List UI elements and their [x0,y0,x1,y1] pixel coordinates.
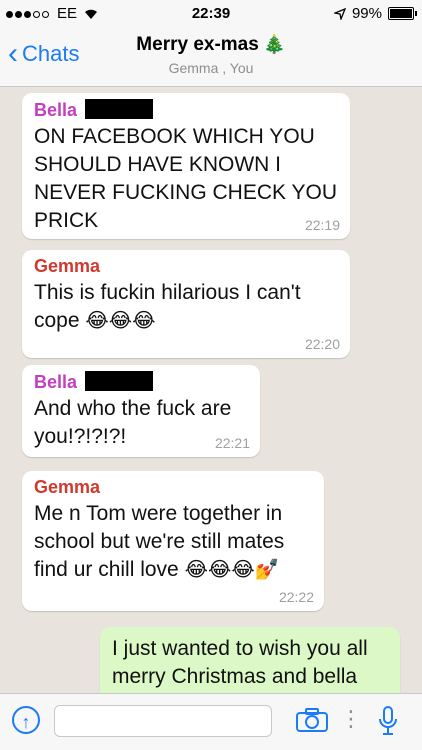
chat-title-block[interactable]: Merry ex-mas 🎄 Gemma , You [0,34,422,76]
battery-percent: 99% [351,5,382,22]
chat-title: Merry ex-mas [136,34,259,55]
emoji-tears-of-joy-nail-polish-icon: 😂😂😂💅 [184,559,280,581]
message-input[interactable] [54,705,272,737]
status-right: 99% [333,5,417,22]
message-bubble[interactable]: Gemma Me n Tom were together in school b… [22,471,324,611]
microphone-icon[interactable] [378,706,398,736]
camera-icon[interactable] [296,708,328,732]
attach-icon[interactable]: ↑ [12,706,40,734]
message-text: ON FACEBOOK WHICH YOU SHOULD HAVE KNOWN … [34,125,337,232]
message-composer: ↑ ⋮ [0,693,422,750]
message-list[interactable]: Bella ON FACEBOOK WHICH YOU SHOULD HAVE … [0,87,422,694]
sender-name: Bella [34,372,78,392]
message-time: 22:19 [304,217,340,233]
chat-header: ‹ Chats Merry ex-mas 🎄 Gemma , You [0,28,422,87]
location-arrow-icon [333,7,346,20]
emoji-tears-of-joy-icon: 😂😂😂 [85,310,156,332]
message-sender: Bella [34,371,248,393]
message-body: Me n Tom were together in school but we'… [34,500,312,584]
message-body: This is fuckin hilarious I can't cope 😂😂… [34,279,338,335]
christmas-tree-icon: 🎄 [263,34,286,54]
outgoing-message-bubble[interactable]: I just wanted to wish you all merry Chri… [100,627,400,694]
sender-name: Gemma [34,477,101,497]
message-bubble[interactable]: Bella ON FACEBOOK WHICH YOU SHOULD HAVE … [22,93,350,239]
sender-name: Bella [34,100,78,120]
message-time: 22:20 [304,336,340,352]
sender-name: Gemma [34,256,101,276]
chat-participants: Gemma , You [168,60,254,76]
message-text: I just wanted to wish you all merry Chri… [112,637,368,688]
message-bubble[interactable]: Gemma This is fuckin hilarious I can't c… [22,250,350,358]
more-icon[interactable]: ⋮ [340,706,362,732]
message-text: This is fuckin hilarious I can't cope [34,281,301,332]
status-bar: EE 22:39 99% [0,0,422,28]
battery-icon [388,7,417,20]
redaction-bar [85,99,154,119]
redaction-bar [85,371,154,391]
message-sender: Bella [34,99,338,121]
message-time: 22:22 [278,589,314,605]
message-time: 22:21 [214,435,250,451]
message-bubble[interactable]: Bella And who the fuck are you!?!?!?! 22… [22,365,260,457]
